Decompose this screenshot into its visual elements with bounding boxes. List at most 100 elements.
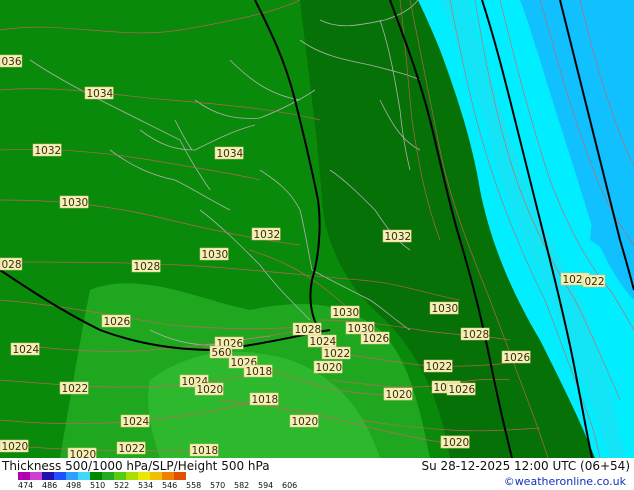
- isobar-label: 1024: [307, 334, 337, 348]
- scale-swatch: [174, 472, 186, 480]
- isobar-label-text: 1032: [35, 145, 62, 157]
- isobar-label: 1026: [501, 350, 531, 364]
- isobar-label-text: 1034: [87, 88, 114, 100]
- isobar-label: 1018: [189, 443, 219, 457]
- isobar-label-text: 1028: [463, 329, 490, 341]
- scale-swatch: [126, 472, 138, 480]
- isobar-label-text: 1032: [385, 231, 412, 243]
- isobar-label: 1022: [423, 359, 453, 373]
- isobar-label: 022: [582, 274, 606, 288]
- isobar-label-text: 1028: [134, 261, 161, 273]
- scale-swatch: [102, 472, 114, 480]
- scale-swatch: [90, 472, 102, 480]
- isobar-label: 1024: [10, 342, 40, 356]
- scale-swatch: [30, 472, 42, 480]
- isobar-label-text: 1022: [62, 383, 89, 395]
- scale-tick-label: 546: [162, 481, 178, 490]
- isobar-label-text: 1030: [333, 307, 360, 319]
- isobar-label-text: 1026: [363, 333, 390, 345]
- scale-tick-label: 582: [234, 481, 250, 490]
- isobar-label-text: 560: [212, 347, 232, 359]
- scale-tick-label: 522: [114, 481, 130, 490]
- isobar-label-text: 1018: [246, 366, 273, 378]
- isobar-label-text: 1030: [432, 303, 459, 315]
- scale-swatch: [42, 472, 54, 480]
- isobar-label: 1028: [460, 327, 490, 341]
- scale-swatch: [54, 472, 66, 480]
- isobar-label: 1028: [292, 322, 322, 336]
- isobar-label-text: 1024: [310, 336, 337, 348]
- scale-tick-label: 570: [210, 481, 226, 490]
- isobar-label-text: 1022: [119, 443, 146, 455]
- isobar-label: 1026: [360, 331, 390, 345]
- isobar-label: 036: [0, 54, 23, 68]
- isobar-label: 1026: [446, 382, 476, 396]
- isobar-label: 1034: [84, 86, 114, 100]
- scale-swatch: [162, 472, 174, 480]
- scale-swatch: [114, 472, 126, 480]
- isobar-label-text: 028: [2, 259, 22, 271]
- map-viewer: 036 1034 1032 1034 1030 1032 1030 1032 028 1028 10…: [0, 0, 634, 490]
- isobar-label: 1022: [59, 381, 89, 395]
- scale-tick-label: 510: [90, 481, 106, 490]
- isobar-label: 1020: [440, 435, 470, 449]
- isobar-label: 1022: [116, 441, 146, 455]
- thickness-color-scale: [18, 472, 186, 480]
- isobar-label-text: 1020: [2, 441, 29, 453]
- isobar-label-text: 1026: [104, 316, 131, 328]
- isobar-label-text: 1018: [252, 394, 279, 406]
- isobar-label: 1020: [313, 360, 343, 374]
- valid-time: Su 28-12-2025 12:00 UTC (06+54): [421, 459, 630, 473]
- isobar-label: 1018: [249, 392, 279, 406]
- isobar-label: 1032: [251, 227, 281, 241]
- isobar-label-text: 1024: [13, 344, 40, 356]
- isobar-label: 1020: [67, 447, 97, 458]
- isobar-label: 1020: [0, 439, 29, 453]
- isobar-label-text: 1028: [295, 324, 322, 336]
- isobar-label: 1020: [194, 382, 224, 396]
- scale-swatch: [66, 472, 78, 480]
- isobar-label-text: 1020: [316, 362, 343, 374]
- scale-swatch: [150, 472, 162, 480]
- isobar-label-text: 1020: [292, 416, 319, 428]
- scale-tick-label: 558: [186, 481, 202, 490]
- scale-swatch: [138, 472, 150, 480]
- isobar-label: 1018: [243, 364, 273, 378]
- isobar-label-text: 1020: [386, 389, 413, 401]
- scale-tick-label: 606: [282, 481, 298, 490]
- isobar-label-text: 022: [585, 276, 605, 288]
- isobar-label-text: 1030: [62, 197, 89, 209]
- scale-swatch: [78, 472, 90, 480]
- isobar-label: 1032: [382, 229, 412, 243]
- scale-tick-label: 474: [18, 481, 34, 490]
- isobar-label-text: 1022: [324, 348, 351, 360]
- isobar-label-text: 1018: [192, 445, 219, 457]
- product-title: Thickness 500/1000 hPa/SLP/Height 500 hP…: [2, 459, 270, 473]
- isobar-label: 1034: [214, 146, 244, 160]
- isobar-label-text: 1026: [504, 352, 531, 364]
- isobar-label-text: 1024: [123, 416, 150, 428]
- scale-tick-label: 498: [66, 481, 82, 490]
- isobar-label-text: 1034: [217, 148, 244, 160]
- isobar-label: 1022: [321, 346, 351, 360]
- isobar-label: 1030: [199, 247, 229, 261]
- isobar-label: 1020: [289, 414, 319, 428]
- isobar-label-text: 1020: [70, 449, 97, 458]
- isobar-label-text: 1032: [254, 229, 281, 241]
- isobar-label: 1030: [330, 305, 360, 319]
- weather-map: 03610341032 10341030103210301032028 102810…: [0, 0, 634, 458]
- isobar-label-text: 1022: [426, 361, 453, 373]
- isobar-label: 560: [209, 345, 233, 359]
- credit-link[interactable]: ©weatheronline.co.uk: [504, 475, 626, 488]
- footer-bar: Thickness 500/1000 hPa/SLP/Height 500 hP…: [0, 458, 634, 490]
- isobar-label-text: 036: [2, 56, 22, 68]
- isobar-label: 1032: [32, 143, 62, 157]
- isobar-label-text: 1030: [202, 249, 229, 261]
- isobar-label-text: 1020: [443, 437, 470, 449]
- isobar-label-text: 1026: [449, 384, 476, 396]
- scale-tick-label: 594: [258, 481, 274, 490]
- isobar-label-text: 1020: [197, 384, 224, 396]
- isobar-label: 1024: [120, 414, 150, 428]
- isobar-label: 028: [0, 257, 23, 271]
- isobar-label: 1020: [383, 387, 413, 401]
